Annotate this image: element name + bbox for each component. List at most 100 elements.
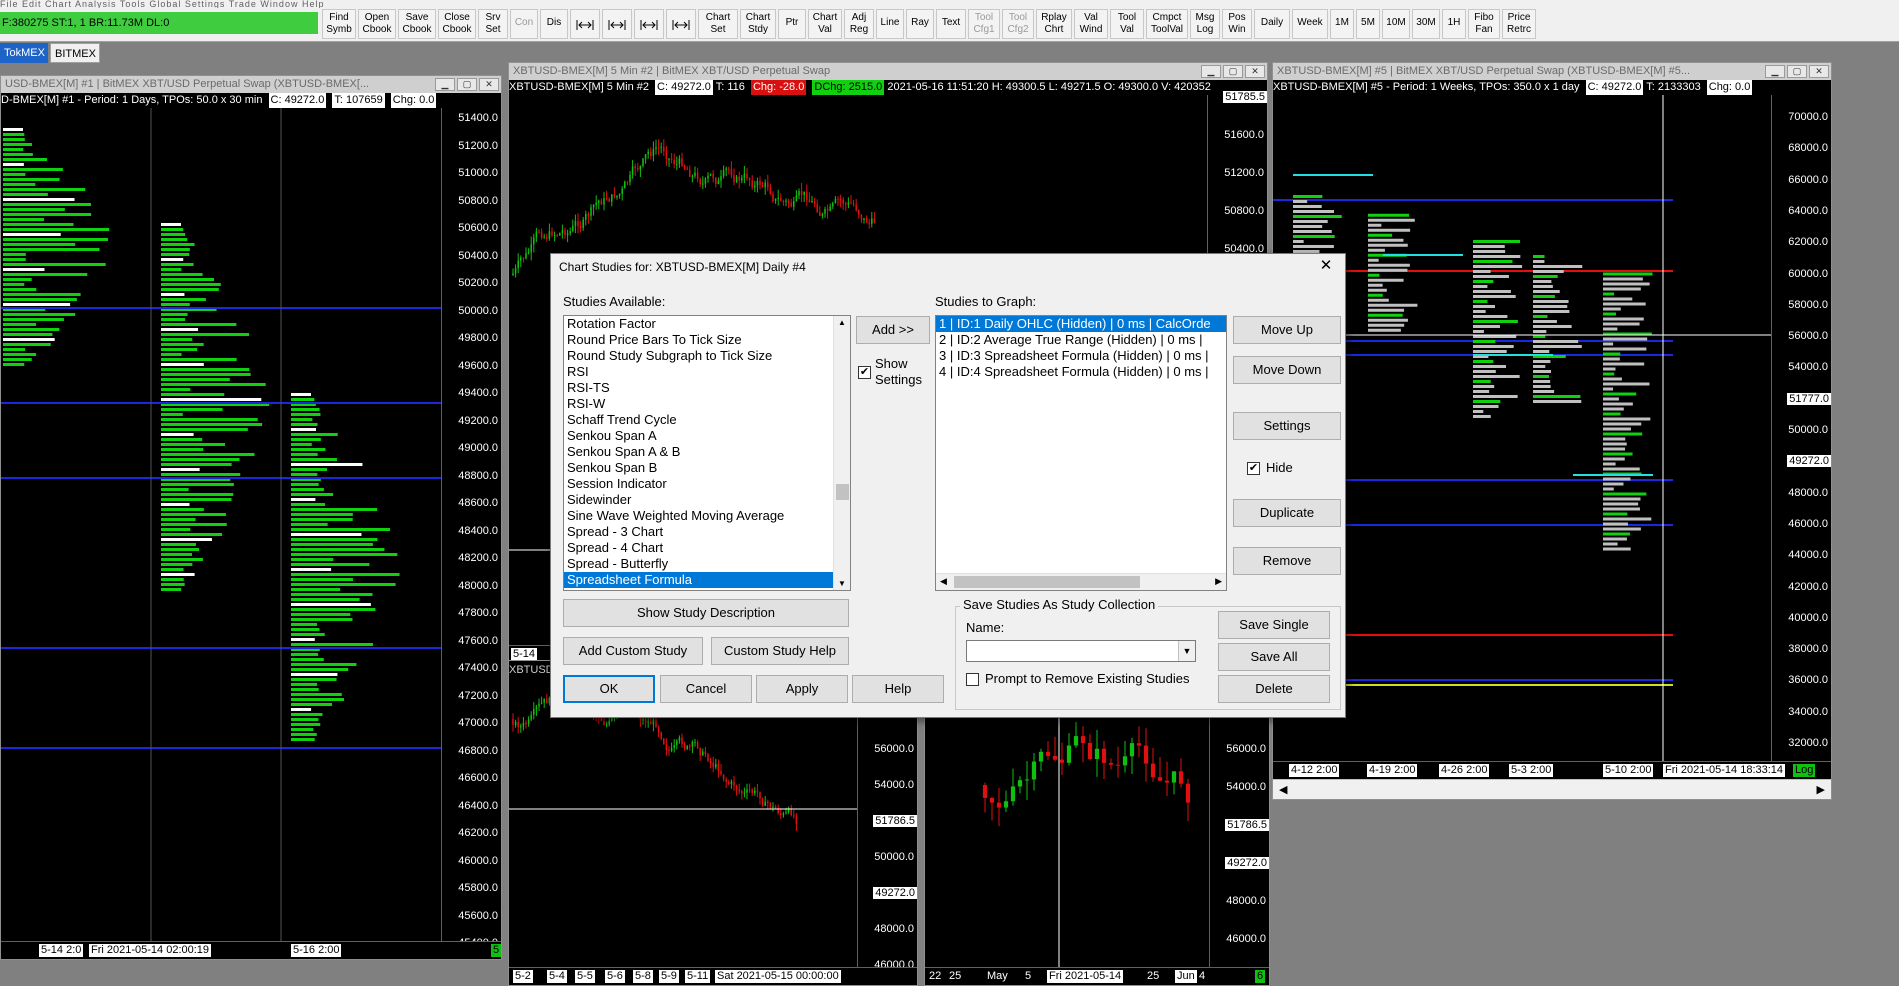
close-icon[interactable]: ✕ xyxy=(1315,256,1337,276)
toolbar-button-pos-win[interactable]: Pos Win xyxy=(1222,9,1252,39)
chevron-down-icon[interactable]: ▼ xyxy=(1178,641,1195,661)
study-available-item[interactable]: Spread - 3 Chart xyxy=(564,524,850,540)
study-available-item[interactable]: Senkou Span B xyxy=(564,460,850,476)
scroll-up-icon[interactable]: ▲ xyxy=(838,318,846,327)
add-custom-study-button[interactable]: Add Custom Study xyxy=(563,637,703,665)
toolbar-button-30m[interactable]: 30M xyxy=(1412,9,1440,39)
study-available-item[interactable]: Round Study Subgraph to Tick Size xyxy=(564,348,850,364)
toolbar-button-chart-set[interactable]: Chart Set xyxy=(698,9,738,39)
zoom-center-icon[interactable] xyxy=(634,9,664,39)
window-title[interactable]: XBTUSD-BMEX[M] #5 | BitMEX XBT/USD Perpe… xyxy=(1273,63,1831,80)
prompt-remove-checkbox[interactable] xyxy=(966,673,979,686)
scroll-down-icon[interactable]: ▼ xyxy=(838,579,846,588)
toolbar-button-srv-set[interactable]: Srv Set xyxy=(478,9,508,39)
toolbar-button-find-symb[interactable]: Find Symb xyxy=(322,9,356,39)
zoom-in-icon[interactable] xyxy=(570,9,600,39)
scroll-left-icon[interactable]: ◀ xyxy=(940,576,947,587)
ok-button[interactable]: OK xyxy=(563,675,655,703)
toolbar-button-tool-cfg1[interactable]: Tool Cfg1 xyxy=(968,9,1000,39)
maximize-icon[interactable]: ▢ xyxy=(1787,65,1807,78)
tab-tokmex[interactable]: TokMEX xyxy=(0,43,48,63)
tpo-weekly-plot[interactable] xyxy=(1273,95,1773,763)
toolbar-button-save-cbook[interactable]: Save Cbook xyxy=(398,9,436,39)
toolbar-button-ptr[interactable]: Ptr xyxy=(778,9,806,39)
study-available-item[interactable]: Senkou Span A & B xyxy=(564,444,850,460)
move-up-button[interactable]: Move Up xyxy=(1233,316,1341,344)
horizontal-scrollbar[interactable]: ◀ ▶ xyxy=(1273,779,1831,799)
studies-available-list[interactable]: Rotation Factor Round Price Bars To Tick … xyxy=(563,315,851,591)
toolbar-button-1h[interactable]: 1H xyxy=(1442,9,1466,39)
help-button[interactable]: Help xyxy=(852,675,944,703)
study-available-item[interactable]: Sidewinder xyxy=(564,492,850,508)
study-available-item[interactable]: Schaff Trend Cycle xyxy=(564,412,850,428)
toolbar-button-dis[interactable]: Dis xyxy=(540,9,568,39)
study-available-item[interactable]: Spread - Butterfly xyxy=(564,556,850,572)
scroll-right-icon[interactable]: ▶ xyxy=(1215,576,1222,587)
study-available-item[interactable]: Spread - 4 Chart xyxy=(564,540,850,556)
toolbar-button-tool-cfg2[interactable]: Tool Cfg2 xyxy=(1002,9,1034,39)
study-available-item[interactable]: Spreadsheet Formula xyxy=(564,572,850,588)
toolbar-button-week[interactable]: Week xyxy=(1292,9,1328,39)
study-available-item[interactable]: Senkou Span A xyxy=(564,428,850,444)
cancel-button[interactable]: Cancel xyxy=(660,675,752,703)
show-study-description-button[interactable]: Show Study Description xyxy=(563,599,849,627)
custom-study-help-button[interactable]: Custom Study Help xyxy=(711,637,849,665)
move-down-button[interactable]: Move Down xyxy=(1233,356,1341,384)
toolbar-button-msg-log[interactable]: Msg Log xyxy=(1190,9,1220,39)
toolbar-button-open-cbook[interactable]: Open Cbook xyxy=(358,9,396,39)
tab-bitmex[interactable]: BITMEX xyxy=(50,43,100,63)
toolbar-button-1m[interactable]: 1M xyxy=(1330,9,1354,39)
settings-button[interactable]: Settings xyxy=(1233,412,1341,440)
window-title[interactable]: USD-BMEX[M] #1 | BitMEX XBT/USD Perpetua… xyxy=(1,76,501,93)
minimize-icon[interactable]: ▁ xyxy=(1201,65,1221,78)
hide-checkbox[interactable]: ✔ xyxy=(1247,462,1260,475)
list-scrollbar[interactable]: ▲ ▼ xyxy=(833,316,850,590)
maximize-icon[interactable]: ▢ xyxy=(457,78,477,91)
maximize-icon[interactable]: ▢ xyxy=(1223,65,1243,78)
close-icon[interactable]: ✕ xyxy=(1245,65,1265,78)
time-axis[interactable]: 4-12 2:00 4-19 2:00 4-26 2:00 5-3 2:00 5… xyxy=(1273,761,1831,779)
delete-button[interactable]: Delete xyxy=(1218,675,1330,703)
toolbar-button-chart-val[interactable]: Chart Val xyxy=(808,9,842,39)
toolbar-button-daily[interactable]: Daily xyxy=(1254,9,1290,39)
toolbar-button-price-retrc[interactable]: Price Retrc xyxy=(1502,9,1536,39)
minimize-icon[interactable]: ▁ xyxy=(435,78,455,91)
toolbar-button-ray[interactable]: Ray xyxy=(906,9,934,39)
study-available-item[interactable]: RSI-TS xyxy=(564,380,850,396)
close-icon[interactable]: ✕ xyxy=(479,78,499,91)
save-all-button[interactable]: Save All xyxy=(1218,643,1330,671)
toolbar-button-val-wind[interactable]: Val Wind xyxy=(1074,9,1108,39)
toolbar-button-text[interactable]: Text xyxy=(936,9,966,39)
menu-bar-fragment[interactable]: File Edit Chart Analysis Tools Global Se… xyxy=(0,0,380,8)
remove-button[interactable]: Remove xyxy=(1233,547,1341,575)
save-single-button[interactable]: Save Single xyxy=(1218,611,1330,639)
toolbar-button-adj-reg[interactable]: Adj Reg xyxy=(844,9,874,39)
zoom-out-icon[interactable] xyxy=(602,9,632,39)
apply-button[interactable]: Apply xyxy=(756,675,848,703)
study-available-item[interactable]: Rotation Factor xyxy=(564,316,850,332)
scroll-left-icon[interactable]: ◀ xyxy=(1279,783,1287,796)
study-available-item[interactable]: Session Indicator xyxy=(564,476,850,492)
toolbar-button-tool-val[interactable]: Tool Val xyxy=(1110,9,1144,39)
time-axis[interactable]: 5-2 5-4 5-5 5-6 5-8 5-9 5-11 Sat 2021-05… xyxy=(509,967,917,985)
tpo-plot-area[interactable] xyxy=(1,108,443,943)
scroll-right-icon[interactable]: ▶ xyxy=(1817,783,1825,796)
study-available-item[interactable]: Round Price Bars To Tick Size xyxy=(564,332,850,348)
minimize-icon[interactable]: ▁ xyxy=(1765,65,1785,78)
toolbar-button-con[interactable]: Con xyxy=(510,9,538,39)
time-axis[interactable]: 5-14 2:0 Fri 2021-05-14 02:00:19 5-16 2:… xyxy=(1,941,501,959)
toolbar-button-cmpct-toolval[interactable]: Cmpct ToolVal xyxy=(1146,9,1188,39)
toolbar-button-chart-stdy[interactable]: Chart Stdy xyxy=(740,9,776,39)
log-scale-toggle[interactable]: Log xyxy=(1793,764,1816,777)
study-to-graph-item[interactable]: 2 | ID:2 Average True Range (Hidden) | 0… xyxy=(936,332,1226,348)
list-horizontal-scrollbar[interactable]: ◀ ▶ xyxy=(936,573,1226,590)
toolbar-button-5m[interactable]: 5M xyxy=(1356,9,1380,39)
time-axis[interactable]: 22 25 May 5 Fri 2021-05-14 25 Jun 4 6 xyxy=(925,967,1269,985)
collection-name-combo[interactable]: ▼ xyxy=(966,640,1196,662)
scroll-thumb[interactable] xyxy=(836,484,849,500)
studies-to-graph-list[interactable]: 1 | ID:1 Daily OHLC (Hidden) | 0 ms | Ca… xyxy=(935,315,1227,591)
chart-window-tpo-daily[interactable]: USD-BMEX[M] #1 | BitMEX XBT/USD Perpetua… xyxy=(0,75,502,960)
toolbar-button-line[interactable]: Line xyxy=(876,9,904,39)
window-title[interactable]: XBTUSD-BMEX[M] 5 Min #2 | BitMEX XBT/USD… xyxy=(509,63,1267,80)
close-icon[interactable]: ✕ xyxy=(1809,65,1829,78)
